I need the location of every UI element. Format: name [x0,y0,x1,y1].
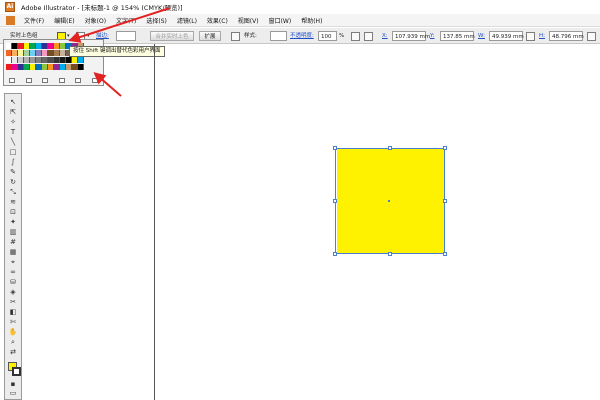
artboard-edge [154,44,155,400]
opacity-label[interactable]: 不透明度: [290,31,314,41]
swatch-row-4 [6,64,84,70]
menu-bar: 文件(F) 编辑(E) 对象(O) 文字(T) 选择(S) 滤镜(L) 效果(C… [0,14,600,27]
swatch-panel-footer [4,76,103,85]
y-label[interactable]: Y: [430,31,434,41]
show-swatch-kinds-icon[interactable] [25,78,32,83]
stroke-weight-field[interactable] [116,31,136,41]
gradient-tool-icon[interactable]: ▦ [8,248,18,257]
handle-middle-right[interactable] [443,199,447,203]
scissors-tool-icon[interactable]: ✄ [8,318,18,327]
line-tool-icon[interactable]: ╲ [8,138,18,147]
rectangle-tool-icon[interactable]: □ [8,148,18,157]
opacity-input[interactable]: 100 [318,31,337,41]
magic-wand-tool-icon[interactable]: ✧ [8,118,18,127]
handle-bottom-right[interactable] [443,252,447,256]
w-label[interactable]: W: [478,31,485,41]
type-tool-icon[interactable]: T [8,128,18,137]
rotate-tool-icon[interactable]: ↻ [8,178,18,187]
title-bar: Ai Adobe Illustrator - [未标题-1 @ 154% (CM… [0,0,600,13]
paintbrush-tool-icon[interactable]: ∫ [8,158,18,167]
menu-file[interactable]: 文件(F) [19,16,49,25]
w-input[interactable]: 49.939 mm [489,31,524,41]
handle-top-left[interactable] [333,146,337,150]
style-label: 样式: [244,33,257,39]
hand-tool-icon[interactable]: ✋ [8,328,18,337]
center-point [388,200,390,202]
menu-window[interactable]: 窗口(W) [264,16,297,25]
y-input[interactable]: 137.85 mm [440,31,475,41]
tooltip: 按住 Shift 键调出替代色彩用户界面 [69,46,165,57]
menu-edit[interactable]: 编辑(E) [49,16,79,25]
stroke-color-box[interactable] [12,367,21,376]
warp-tool-icon[interactable]: ≋ [8,198,18,207]
menu-filter[interactable]: 滤镜(L) [172,16,202,25]
color-mode-icon[interactable]: ▪ [8,380,18,389]
handle-bottom-center[interactable] [388,252,392,256]
menu-object[interactable]: 对象(O) [80,16,111,25]
blend-tool-icon[interactable]: ∞ [8,268,18,277]
document-icon[interactable] [6,15,15,25]
zoom-tool-icon[interactable]: ⌕ [8,338,18,347]
color-swatch[interactable] [78,64,84,70]
tools-panel: ↖ ⇱ ✧ T ╲ □ ∫ ✎ ↻ ⤡ ≋ ⊡ ✦ ▥ # ▦ ⌖ ∞ ⛁ ◈ … [4,93,22,400]
opacity-unit: % [339,33,345,39]
menu-type[interactable]: 文字(T) [111,16,141,25]
delete-swatch-icon[interactable] [91,78,98,83]
scale-tool-icon[interactable]: ⤡ [8,188,18,197]
selection-tool-icon[interactable]: ↖ [8,98,18,107]
app-icon: Ai [5,1,15,12]
handle-bottom-left[interactable] [333,252,337,256]
live-paint-bucket-tool-icon[interactable]: ⛁ [8,278,18,287]
new-swatch-icon[interactable] [75,78,82,83]
swap-colors-icon[interactable]: ⇄ [8,348,18,357]
swatch-options-icon[interactable] [42,78,49,83]
menu-effect[interactable]: 效果(C) [202,16,233,25]
constrain-proportions-icon[interactable] [526,32,535,41]
merge-live-paint-button[interactable]: 合并实时上色 [150,31,194,41]
new-color-group-icon[interactable] [58,78,65,83]
reference-point-icon[interactable] [364,32,373,41]
eraser-tool-icon[interactable]: ◧ [8,308,18,317]
selection-bounding-box [335,148,445,254]
menu-help[interactable]: 帮助(H) [296,16,327,25]
symbol-sprayer-tool-icon[interactable]: ✦ [8,218,18,227]
transform-options-icon[interactable] [587,32,596,41]
free-transform-tool-icon[interactable]: ⊡ [8,208,18,217]
pencil-tool-icon[interactable]: ✎ [8,168,18,177]
graphic-style-icon[interactable] [231,32,240,41]
handle-top-center[interactable] [388,146,392,150]
screen-mode-icon[interactable]: ▭ [8,389,18,398]
live-paint-selection-tool-icon[interactable]: ◈ [8,288,18,297]
color-swatch[interactable] [78,57,84,63]
slice-tool-icon[interactable]: ✂ [8,298,18,307]
graph-tool-icon[interactable]: ▥ [8,228,18,237]
expand-button[interactable]: 扩展 [199,31,221,41]
h-input[interactable]: 48.796 mm [549,31,584,41]
style-dropdown[interactable] [270,31,287,41]
align-icon[interactable] [351,32,360,41]
window-title: Adobe Illustrator - [未标题-1 @ 154% (CMYK/… [21,3,183,12]
handle-top-right[interactable] [443,146,447,150]
mesh-tool-icon[interactable]: # [8,238,18,247]
eyedropper-tool-icon[interactable]: ⌖ [8,258,18,267]
menu-select[interactable]: 选择(S) [141,16,172,25]
swatch-library-icon[interactable] [9,78,16,83]
handle-middle-left[interactable] [333,199,337,203]
menu-view[interactable]: 视图(V) [233,16,264,25]
direct-selection-tool-icon[interactable]: ⇱ [8,108,18,117]
x-label[interactable]: X: [382,31,388,41]
swatch-row-3 [6,57,84,63]
x-input[interactable]: 107.939 mm [392,31,430,41]
h-label[interactable]: H: [539,31,545,41]
